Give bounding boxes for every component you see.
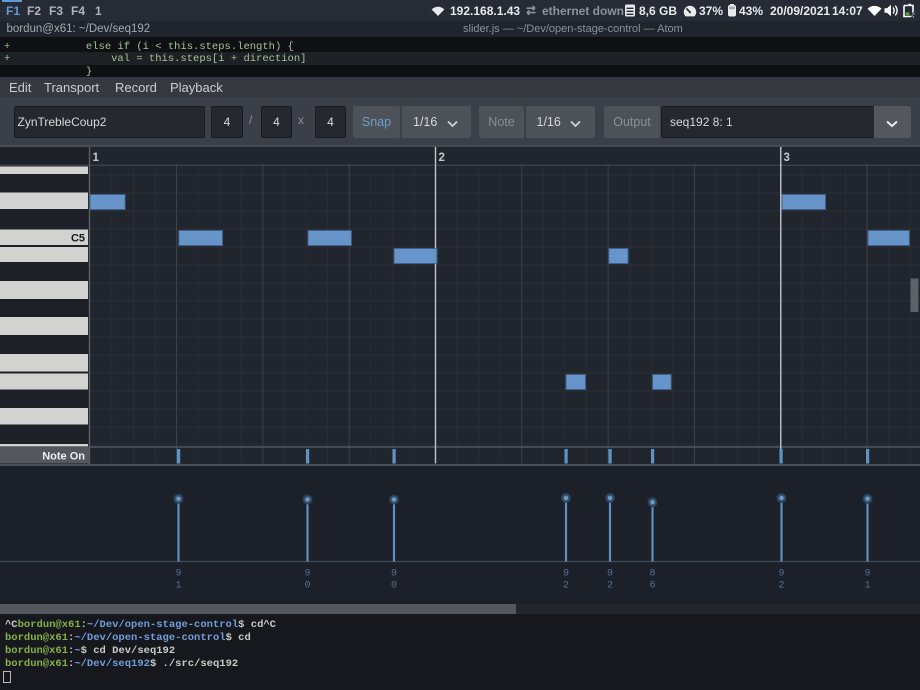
svg-text:2: 2 (607, 581, 613, 592)
svg-text:9: 9 (175, 569, 181, 580)
svg-text:9: 9 (607, 569, 613, 580)
svg-text:9: 9 (778, 569, 784, 580)
svg-text:8: 8 (649, 569, 655, 580)
svg-text:2: 2 (778, 581, 784, 592)
svg-text:9: 9 (391, 569, 397, 580)
svg-text:C5: C5 (71, 233, 85, 245)
svg-text:Note On: Note On (42, 451, 85, 463)
svg-text:1: 1 (93, 152, 100, 164)
svg-text:9: 9 (864, 569, 870, 580)
svg-text:0: 0 (304, 581, 310, 592)
svg-text:1: 1 (864, 581, 870, 592)
svg-text:9: 9 (304, 569, 310, 580)
svg-text:3: 3 (784, 152, 790, 164)
svg-text:2: 2 (563, 581, 569, 592)
svg-text:2: 2 (439, 152, 445, 164)
svg-text:0: 0 (391, 581, 397, 592)
svg-text:6: 6 (649, 581, 655, 592)
svg-text:9: 9 (563, 569, 569, 580)
svg-text:1: 1 (175, 581, 181, 592)
